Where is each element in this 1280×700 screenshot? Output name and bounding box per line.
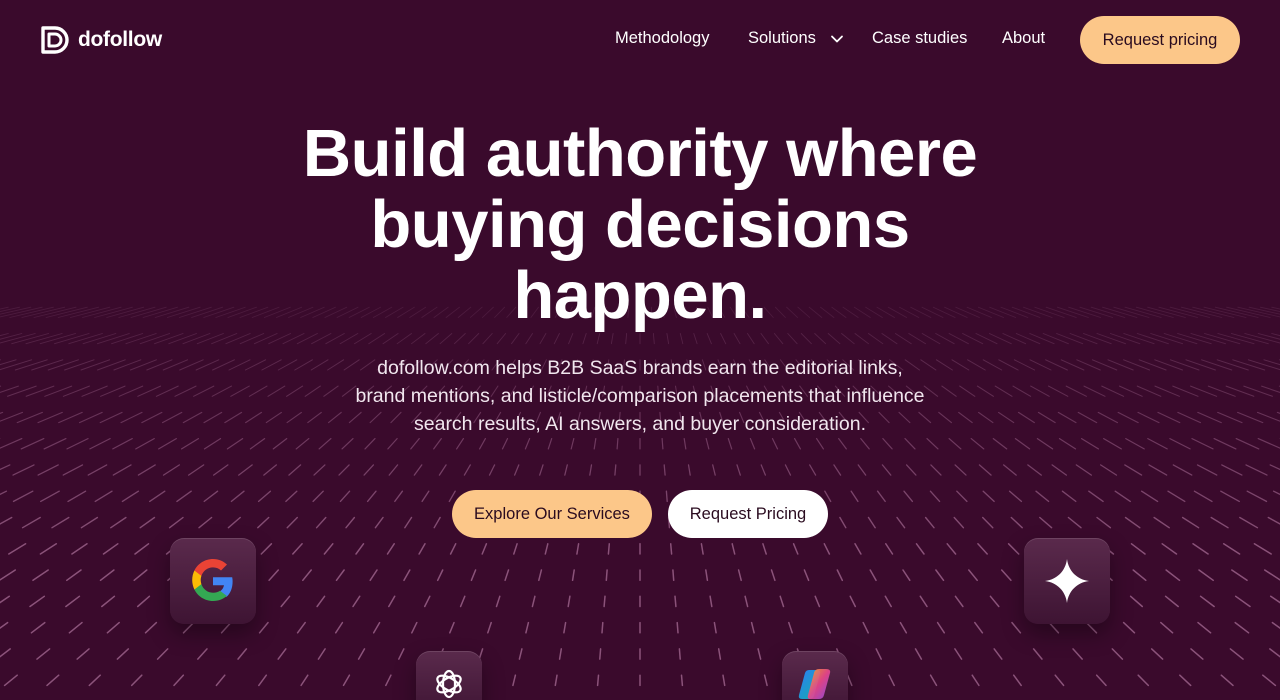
top-navigation: dofollow Methodology Solutions Case stud… <box>0 0 1280 80</box>
openai-tile <box>416 651 482 700</box>
copilot-tile <box>782 651 848 700</box>
explore-services-button[interactable]: Explore Our Services <box>452 490 652 538</box>
gemini-sparkle-icon <box>1045 559 1089 603</box>
google-tile <box>170 538 256 624</box>
request-pricing-button[interactable]: Request Pricing <box>668 490 828 538</box>
chevron-down-icon[interactable] <box>830 32 844 46</box>
gemini-tile <box>1024 538 1110 624</box>
hero-title-line: Build authority where <box>302 116 978 191</box>
openai-icon <box>436 669 462 699</box>
request-pricing-nav-button[interactable]: Request pricing <box>1080 16 1240 64</box>
nav-item-solutions[interactable]: Solutions <box>748 29 816 48</box>
nav-item-methodology[interactable]: Methodology <box>615 29 709 48</box>
google-icon <box>192 559 233 601</box>
hero-title-line: buying decisions <box>370 187 910 262</box>
nav-item-about[interactable]: About <box>1002 29 1045 48</box>
hero-subtitle: dofollow.com helps B2B SaaS brands earn … <box>355 357 925 435</box>
hero-title-line: happen. <box>513 258 767 333</box>
copilot-icon <box>798 669 831 699</box>
hero-title: Build authority where buying decisions h… <box>240 118 1040 331</box>
nav-item-case-studies[interactable]: Case studies <box>872 29 967 48</box>
